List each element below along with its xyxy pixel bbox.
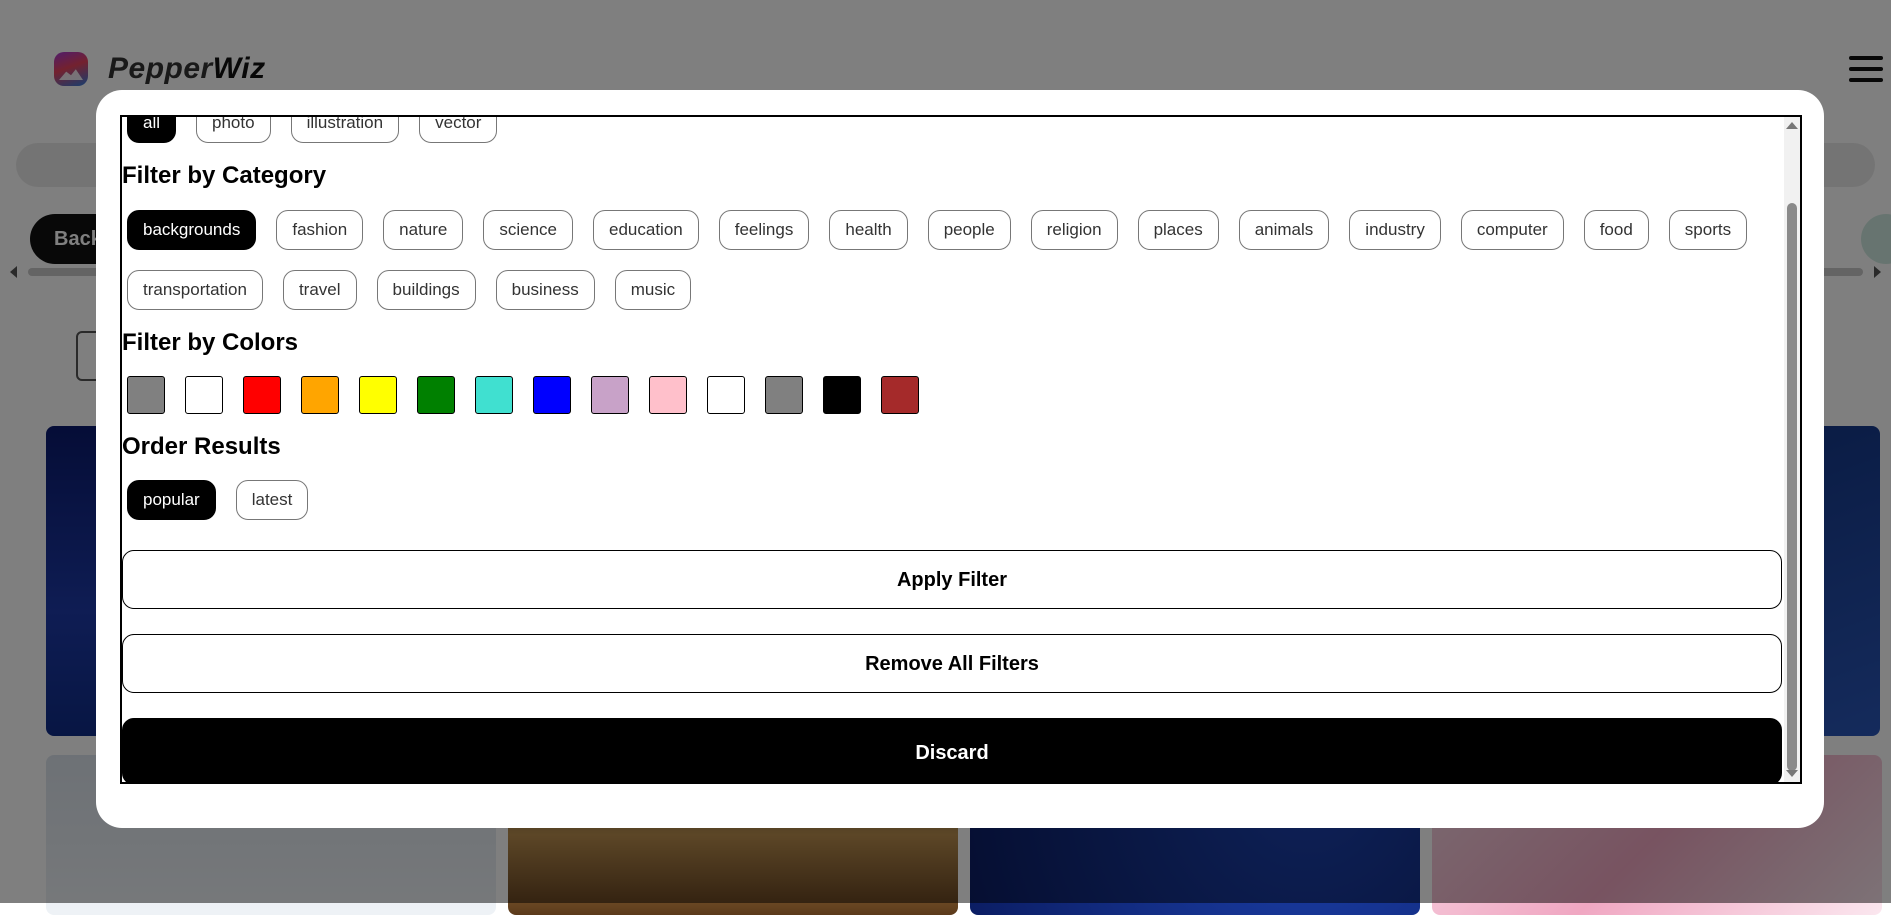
color-swatch-blue[interactable]: [533, 376, 571, 414]
category-chip-education[interactable]: education: [593, 210, 699, 250]
category-chip-feelings[interactable]: feelings: [718, 210, 810, 250]
image-type-chips: all photo illustration vector: [122, 117, 1782, 143]
filter-content: all photo illustration vector Filter by Cat…: [122, 117, 1782, 782]
category-chip-transportation[interactable]: transportation: [127, 270, 263, 310]
colors-title: Filter by Colors: [122, 329, 299, 356]
category-chip-backgrounds[interactable]: backgrounds: [127, 210, 257, 250]
category-chip-travel[interactable]: travel: [282, 270, 357, 310]
filter-modal: all photo illustration vector Filter by Cat…: [96, 90, 1824, 828]
color-swatch-white[interactable]: [707, 376, 745, 414]
color-swatch-brown[interactable]: [881, 376, 919, 414]
scroll-down-arrow-icon[interactable]: [1786, 770, 1798, 777]
category-title: Filter by Category: [122, 162, 327, 189]
scroll-up-arrow-icon[interactable]: [1786, 122, 1798, 129]
color-swatch-orange[interactable]: [301, 376, 339, 414]
category-chip-animals[interactable]: animals: [1238, 210, 1330, 250]
discard-button[interactable]: Discard: [122, 718, 1782, 782]
color-swatch-lilac[interactable]: [591, 376, 629, 414]
color-swatch-turquoise[interactable]: [475, 376, 513, 414]
category-chip-places[interactable]: places: [1137, 210, 1219, 250]
color-swatch-transparent[interactable]: [185, 376, 223, 414]
order-chip-latest[interactable]: latest: [235, 480, 309, 520]
remove-all-filters-button[interactable]: Remove All Filters: [122, 634, 1782, 693]
color-swatch-green[interactable]: [417, 376, 455, 414]
color-swatch-pink[interactable]: [649, 376, 687, 414]
category-chip-buildings[interactable]: buildings: [376, 270, 476, 310]
apply-filter-button[interactable]: Apply Filter: [122, 550, 1782, 609]
category-chips: backgrounds fashion nature science education…: [122, 210, 1777, 310]
color-swatch-red[interactable]: [243, 376, 281, 414]
color-swatches: [122, 376, 1782, 414]
scrollbar-thumb[interactable]: [1787, 203, 1797, 771]
vertical-scrollbar[interactable]: [1784, 117, 1800, 782]
filter-panel: all photo illustration vector Filter by Cat…: [120, 115, 1802, 784]
order-chip-popular[interactable]: popular: [127, 480, 216, 520]
category-chip-health[interactable]: health: [829, 210, 908, 250]
type-chip-all[interactable]: all: [127, 117, 177, 143]
category-chip-business[interactable]: business: [495, 270, 595, 310]
color-swatch-grayscale[interactable]: [127, 376, 165, 414]
type-chip-vector[interactable]: vector: [419, 117, 498, 143]
category-chip-nature[interactable]: nature: [383, 210, 464, 250]
order-chips: popular latest: [122, 480, 1782, 520]
type-chip-photo[interactable]: photo: [196, 117, 271, 143]
order-title: Order Results: [122, 433, 281, 460]
color-swatch-gray[interactable]: [765, 376, 803, 414]
color-swatch-black[interactable]: [823, 376, 861, 414]
category-chip-religion[interactable]: religion: [1030, 210, 1118, 250]
type-chip-illustration[interactable]: illustration: [290, 117, 400, 143]
category-chip-fashion[interactable]: fashion: [276, 210, 364, 250]
category-chip-food[interactable]: food: [1583, 210, 1649, 250]
category-chip-science[interactable]: science: [483, 210, 574, 250]
category-chip-computer[interactable]: computer: [1460, 210, 1564, 250]
category-chip-music[interactable]: music: [614, 270, 692, 310]
category-chip-sports[interactable]: sports: [1668, 210, 1748, 250]
color-swatch-yellow[interactable]: [359, 376, 397, 414]
category-chip-people[interactable]: people: [927, 210, 1011, 250]
category-chip-industry[interactable]: industry: [1349, 210, 1441, 250]
